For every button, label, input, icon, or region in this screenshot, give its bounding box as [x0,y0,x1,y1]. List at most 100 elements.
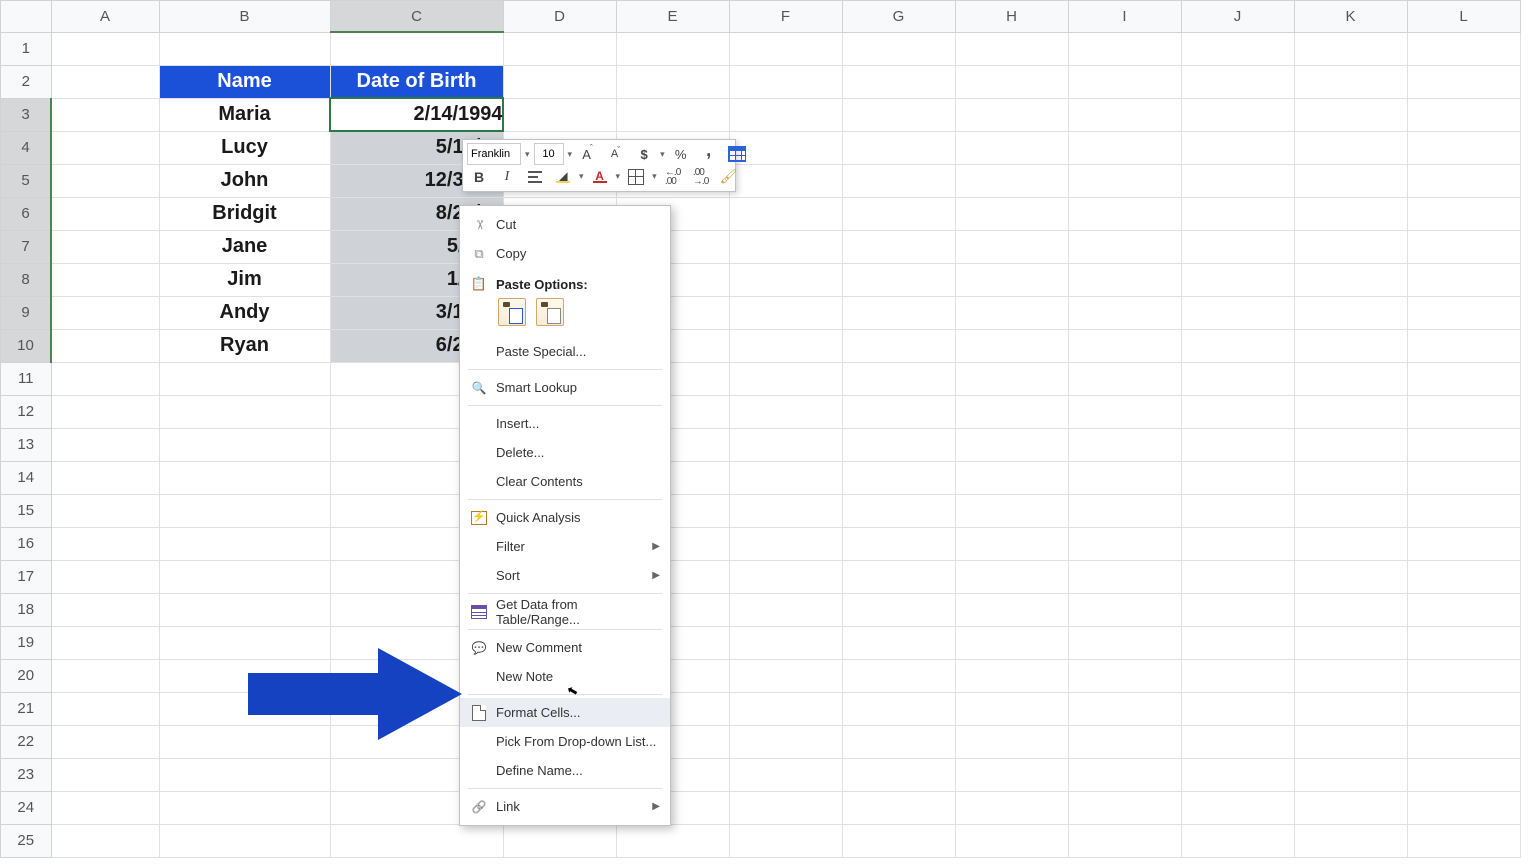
cell-K15[interactable] [1294,494,1407,527]
cell-F10[interactable] [729,329,842,362]
cell-J19[interactable] [1181,626,1294,659]
cell-G12[interactable] [842,395,955,428]
cell-J21[interactable] [1181,692,1294,725]
row-header-4[interactable]: 4 [1,131,52,164]
font-color-button[interactable]: A [588,166,612,188]
currency-format-button[interactable] [632,143,656,165]
cell-J23[interactable] [1181,758,1294,791]
cell-L24[interactable] [1407,791,1520,824]
cell-E3[interactable] [616,98,729,131]
cell-I11[interactable] [1068,362,1181,395]
cell-H19[interactable] [955,626,1068,659]
row-header-19[interactable]: 19 [1,626,52,659]
borders-dropdown-icon[interactable]: ▾ [652,171,657,182]
cell-J1[interactable] [1181,32,1294,65]
cell-G6[interactable] [842,197,955,230]
cell-B6[interactable]: Bridgit [159,197,330,230]
cell-K8[interactable] [1294,263,1407,296]
menu-cut[interactable]: Cut [460,210,670,239]
row-header-13[interactable]: 13 [1,428,52,461]
cell-I8[interactable] [1068,263,1181,296]
cell-C25[interactable] [330,824,503,857]
menu-format-cells[interactable]: Format Cells... [460,698,670,727]
cell-G11[interactable] [842,362,955,395]
cell-J25[interactable] [1181,824,1294,857]
cell-G13[interactable] [842,428,955,461]
cell-E25[interactable] [616,824,729,857]
cell-J13[interactable] [1181,428,1294,461]
cell-I7[interactable] [1068,230,1181,263]
cell-L6[interactable] [1407,197,1520,230]
menu-filter[interactable]: Filter ▶ [460,532,670,561]
cell-A6[interactable] [51,197,159,230]
cell-L14[interactable] [1407,461,1520,494]
cell-J17[interactable] [1181,560,1294,593]
menu-clear-contents[interactable]: Clear Contents [460,467,670,496]
row-header-6[interactable]: 6 [1,197,52,230]
font-name-dropdown-icon[interactable]: ▾ [525,149,530,160]
cell-A7[interactable] [51,230,159,263]
cell-J9[interactable] [1181,296,1294,329]
cell-A14[interactable] [51,461,159,494]
cell-I2[interactable] [1068,65,1181,98]
cell-F16[interactable] [729,527,842,560]
cell-G16[interactable] [842,527,955,560]
row-header-12[interactable]: 12 [1,395,52,428]
cell-G8[interactable] [842,263,955,296]
paste-option-default[interactable] [498,298,526,326]
cell-I6[interactable] [1068,197,1181,230]
borders-button[interactable] [624,166,648,188]
fill-color-dropdown-icon[interactable]: ▾ [579,171,584,182]
cell-I16[interactable] [1068,527,1181,560]
cell-F25[interactable] [729,824,842,857]
row-header-21[interactable]: 21 [1,692,52,725]
cell-J4[interactable] [1181,131,1294,164]
row-header-8[interactable]: 8 [1,263,52,296]
cell-H14[interactable] [955,461,1068,494]
cell-L20[interactable] [1407,659,1520,692]
cell-I14[interactable] [1068,461,1181,494]
cell-B3[interactable]: Maria [159,98,330,131]
cell-H17[interactable] [955,560,1068,593]
cell-B15[interactable] [159,494,330,527]
cell-H11[interactable] [955,362,1068,395]
cell-F24[interactable] [729,791,842,824]
row-header-1[interactable]: 1 [1,32,52,65]
cell-A21[interactable] [51,692,159,725]
cell-A1[interactable] [51,32,159,65]
cell-B14[interactable] [159,461,330,494]
cell-L22[interactable] [1407,725,1520,758]
decrease-font-button[interactable] [604,143,628,165]
cell-K4[interactable] [1294,131,1407,164]
cell-F21[interactable] [729,692,842,725]
row-header-7[interactable]: 7 [1,230,52,263]
cell-K16[interactable] [1294,527,1407,560]
cell-L23[interactable] [1407,758,1520,791]
cell-F8[interactable] [729,263,842,296]
cell-B17[interactable] [159,560,330,593]
cell-H7[interactable] [955,230,1068,263]
cell-F14[interactable] [729,461,842,494]
cell-I15[interactable] [1068,494,1181,527]
cell-A11[interactable] [51,362,159,395]
row-header-3[interactable]: 3 [1,98,52,131]
row-header-2[interactable]: 2 [1,65,52,98]
column-header-G[interactable]: G [842,1,955,33]
row-header-25[interactable]: 25 [1,824,52,857]
cell-F19[interactable] [729,626,842,659]
cell-G1[interactable] [842,32,955,65]
cell-K18[interactable] [1294,593,1407,626]
cell-H8[interactable] [955,263,1068,296]
bold-button[interactable] [467,166,491,188]
cell-I10[interactable] [1068,329,1181,362]
increase-decimal-button[interactable] [661,166,685,188]
cell-H9[interactable] [955,296,1068,329]
cell-G3[interactable] [842,98,955,131]
cell-I23[interactable] [1068,758,1181,791]
cell-D3[interactable] [503,98,616,131]
cell-A15[interactable] [51,494,159,527]
cell-B4[interactable]: Lucy [159,131,330,164]
column-header-J[interactable]: J [1181,1,1294,33]
cell-H3[interactable] [955,98,1068,131]
comma-format-button[interactable] [697,143,721,165]
